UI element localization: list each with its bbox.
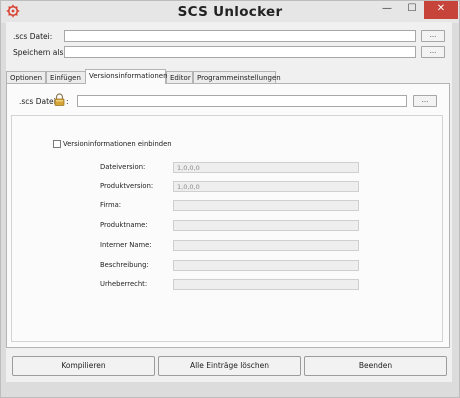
internal-name-field[interactable] [173, 240, 359, 251]
include-version-label[interactable]: Versioninformationen einbinden [63, 140, 172, 148]
close-button[interactable]: ✕ [424, 1, 458, 19]
exit-button[interactable]: Beenden [304, 356, 447, 376]
copyright-field[interactable] [173, 279, 359, 290]
tab-editor[interactable]: Editor [166, 71, 193, 83]
tab-programmeinstellungen[interactable]: Programmeinstellungen [193, 71, 281, 83]
tab-versionsinformationen[interactable]: Versionsinformationen [85, 69, 168, 84]
product-version-field[interactable]: 1,0,0,0 [173, 181, 359, 192]
company-field[interactable] [173, 200, 359, 211]
version-scs-file-label: .scs Datei [19, 97, 56, 106]
compile-button[interactable]: Kompilieren [12, 356, 155, 376]
save-as-label: Speichern als: [13, 48, 66, 57]
copyright-label: Urheberrecht: [100, 280, 148, 288]
title-bar[interactable]: SCS Unlocker — ☐ ✕ [1, 1, 459, 23]
file-version-field[interactable]: 1,0,0,0 [173, 162, 359, 173]
description-field[interactable] [173, 260, 359, 271]
product-version-label: Produktversion: [100, 182, 154, 190]
scs-file-input[interactable] [64, 30, 416, 42]
tab-einfuegen[interactable]: Einfügen [46, 71, 87, 83]
version-scs-file-input[interactable] [77, 95, 407, 107]
version-scs-browse-button[interactable]: ... [413, 95, 437, 107]
padlock-icon [54, 93, 65, 106]
description-label: Beschreibung: [100, 261, 149, 269]
save-as-browse-button[interactable]: ... [421, 46, 445, 58]
company-label: Firma: [100, 201, 122, 209]
internal-name-label: Interner Name: [100, 241, 152, 249]
scs-file-label: .scs Datei: [13, 32, 53, 41]
file-version-label: Dateiversion: [100, 163, 146, 171]
minimize-button[interactable]: — [374, 1, 400, 19]
version-scs-file-colon: : [66, 97, 69, 106]
product-name-label: Produktname: [100, 221, 148, 229]
include-version-checkbox[interactable] [53, 140, 61, 148]
clear-all-button[interactable]: Alle Einträge löschen [158, 356, 301, 376]
maximize-button[interactable]: ☐ [400, 1, 424, 19]
product-name-field[interactable] [173, 220, 359, 231]
scs-file-browse-button[interactable]: ... [421, 30, 445, 42]
save-as-input[interactable] [64, 46, 416, 58]
tab-optionen[interactable]: Optionen [6, 71, 46, 83]
